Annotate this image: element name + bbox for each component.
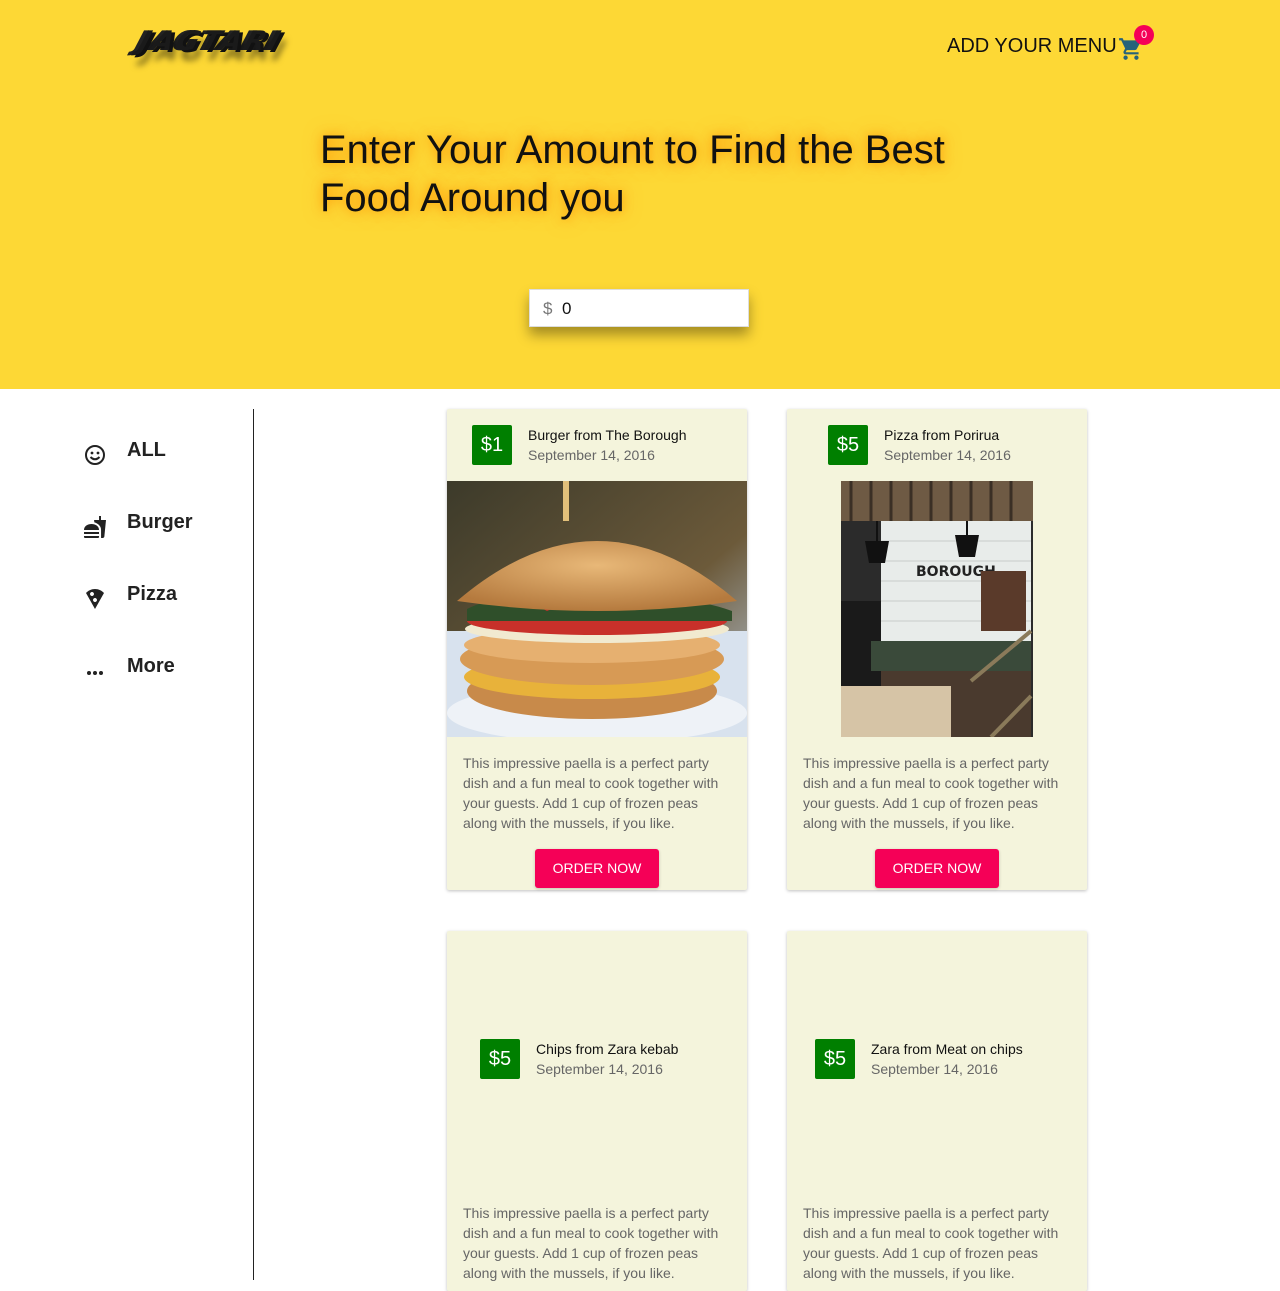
sidebar-item-label: Pizza xyxy=(127,583,178,605)
card-date: September 14, 2016 xyxy=(871,1061,998,1077)
card-date: September 14, 2016 xyxy=(536,1061,663,1077)
price-badge: $1 xyxy=(472,425,512,465)
cafe-image: BOROUGH xyxy=(841,481,1033,737)
sidebar-item-pizza[interactable]: Pizza xyxy=(83,583,243,613)
sidebar-item-more[interactable]: More xyxy=(83,655,243,685)
price-badge: $5 xyxy=(828,425,868,465)
sidebar-item-all[interactable]: ALL xyxy=(83,439,243,469)
hero-headline: Enter Your Amount to Find the Best Food … xyxy=(320,128,945,220)
card-title: Pizza from Porirua xyxy=(884,427,1000,443)
smiley-icon xyxy=(85,445,105,465)
price-badge: $5 xyxy=(480,1039,520,1079)
cart-count-badge: 0 xyxy=(1134,25,1154,45)
card-title: Burger from The Borough xyxy=(528,427,687,443)
card-description: This impressive paella is a perfect part… xyxy=(463,1205,719,1281)
add-your-menu-link[interactable]: ADD YOUR MENU xyxy=(947,35,1117,58)
pizza-icon xyxy=(86,589,104,609)
card-description: This impressive paella is a perfect part… xyxy=(803,1205,1059,1281)
sidebar-item-label: ALL xyxy=(127,439,166,461)
burger-image xyxy=(447,481,747,737)
hero-banner: JAGTARI ADD YOUR MENU 0 Enter Your Amoun… xyxy=(0,0,1280,389)
logo[interactable]: JAGTARI xyxy=(135,26,287,57)
food-card: $5 Pizza from Porirua September 14, 2016 xyxy=(787,409,1087,890)
price-badge: $5 xyxy=(815,1039,855,1079)
category-sidebar: ALL Burger Pizza More xyxy=(0,409,254,1280)
food-card: $5 Chips from Zara kebab September 14, 2… xyxy=(447,931,747,1291)
card-title: Chips from Zara kebab xyxy=(536,1041,679,1057)
order-now-button[interactable]: ORDER NOW xyxy=(535,849,659,888)
card-description: This impressive paella is a perfect part… xyxy=(463,755,719,831)
food-card: $1 Burger from The Borough September 14,… xyxy=(447,409,747,890)
order-now-button[interactable]: ORDER NOW xyxy=(875,849,999,888)
card-date: September 14, 2016 xyxy=(528,447,655,463)
card-description: This impressive paella is a perfect part… xyxy=(803,755,1059,831)
sidebar-item-label: More xyxy=(127,655,175,677)
sidebar-item-label: Burger xyxy=(127,511,193,533)
food-card: $5 Zara from Meat on chips September 14,… xyxy=(787,931,1087,1291)
card-date: September 14, 2016 xyxy=(884,447,1011,463)
more-horiz-icon xyxy=(87,671,103,675)
amount-input[interactable] xyxy=(560,294,744,324)
sidebar-item-burger[interactable]: Burger xyxy=(83,511,243,541)
card-title: Zara from Meat on chips xyxy=(871,1041,1023,1057)
amount-field[interactable]: $ xyxy=(529,289,749,327)
fastfood-icon xyxy=(84,516,106,538)
currency-prefix: $ xyxy=(543,299,553,318)
